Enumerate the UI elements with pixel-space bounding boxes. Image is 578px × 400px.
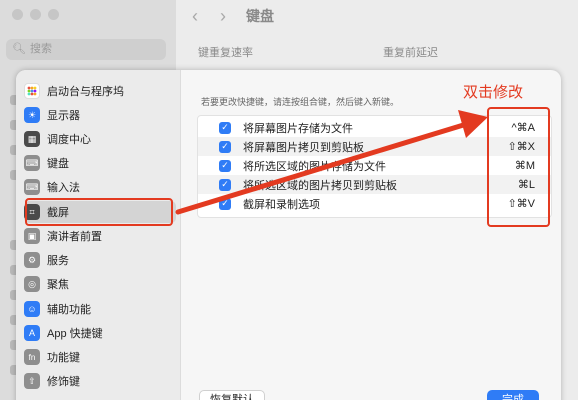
annotation-arrow [175,110,488,215]
